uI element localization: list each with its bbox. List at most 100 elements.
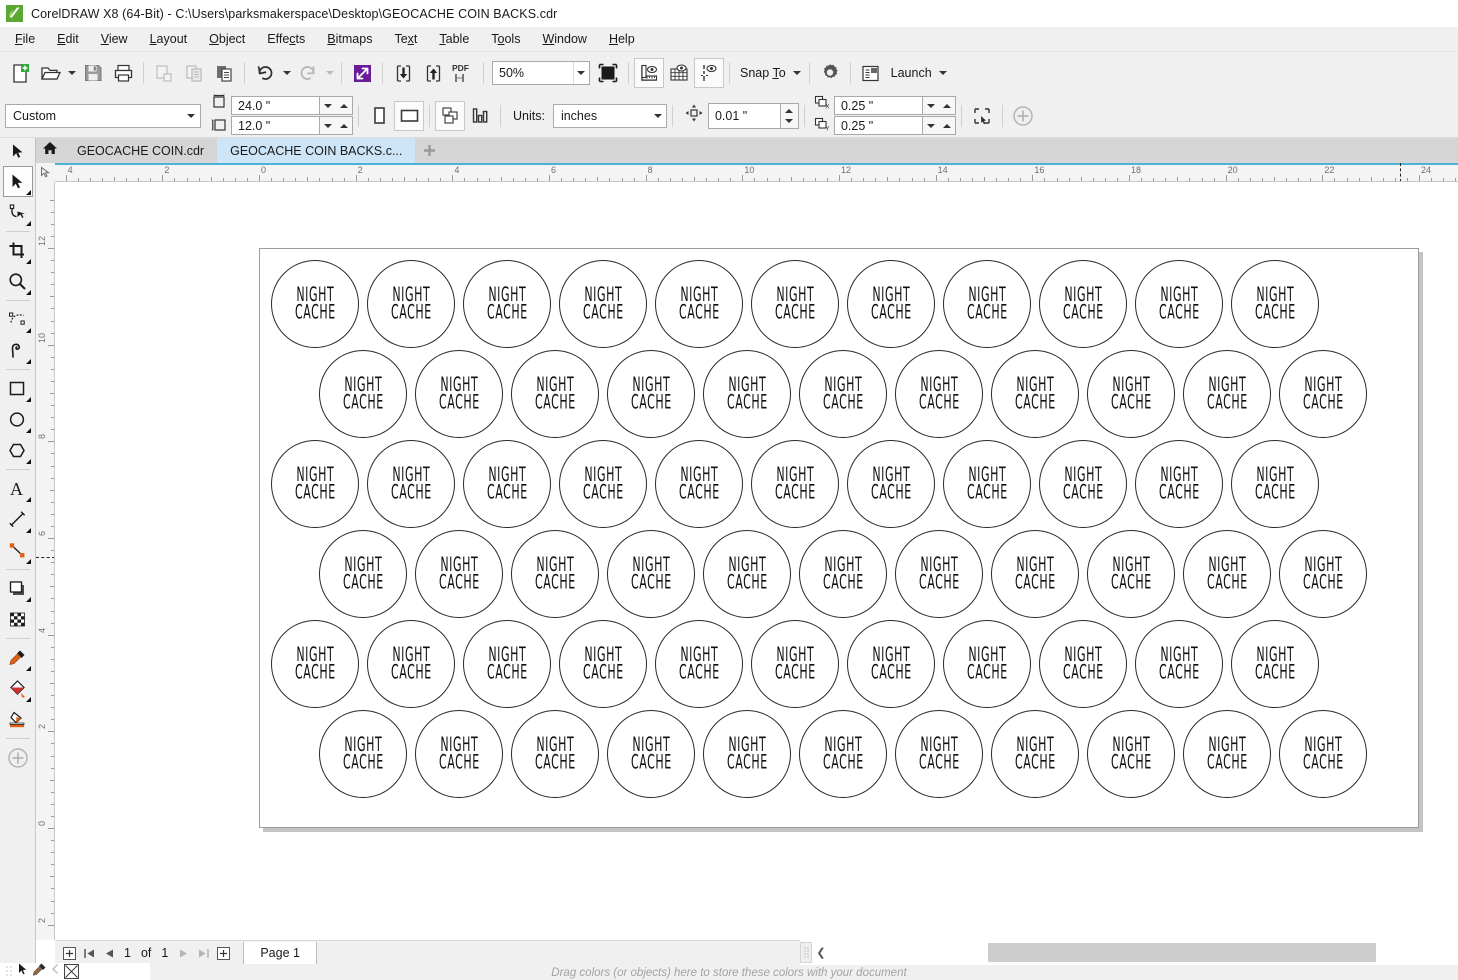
coin-circle[interactable]: NIGHT CACHE [799, 350, 887, 438]
coin-circle[interactable]: NIGHT CACHE [463, 440, 551, 528]
full-screen-preview-button[interactable] [593, 58, 623, 88]
coin-circle[interactable]: NIGHT CACHE [1279, 530, 1367, 618]
menu-effects[interactable]: Effects [256, 29, 316, 49]
freehand-tool[interactable] [3, 304, 33, 335]
coin-circle[interactable]: NIGHT CACHE [415, 530, 503, 618]
coin-circle[interactable]: NIGHT CACHE [1135, 260, 1223, 348]
coin-circle[interactable]: NIGHT CACHE [1183, 530, 1271, 618]
page-preset-input[interactable] [6, 104, 182, 127]
undo-button[interactable] [250, 58, 280, 88]
text-tool[interactable]: A [3, 473, 33, 504]
flyout-arrow-icon[interactable] [25, 221, 31, 226]
show-guidelines-toggle[interactable] [694, 58, 724, 88]
coin-circle[interactable]: NIGHT CACHE [367, 620, 455, 708]
coin-circle[interactable]: NIGHT CACHE [991, 350, 1079, 438]
coin-circle[interactable]: NIGHT CACHE [751, 260, 839, 348]
launch-label[interactable]: Launch [886, 66, 937, 80]
coin-circle[interactable]: NIGHT CACHE [655, 440, 743, 528]
units-combo[interactable] [552, 103, 667, 128]
horizontal-scrollbar-track[interactable] [830, 942, 1458, 963]
flyout-arrow-icon[interactable] [25, 597, 31, 602]
flyout-arrow-icon[interactable] [25, 428, 31, 433]
coin-circle[interactable]: NIGHT CACHE [1231, 440, 1319, 528]
copy-button[interactable] [179, 58, 209, 88]
menu-tools[interactable]: Tools [480, 29, 531, 49]
document-page[interactable]: NIGHT CACHE NIGHT CACHE NIGHT CACHE NIGHT CACHE… [259, 248, 1419, 828]
flyout-arrow-icon[interactable] [25, 259, 31, 264]
chevron-left-icon[interactable]: ❮ [812, 942, 830, 963]
coin-circle[interactable]: NIGHT CACHE [559, 620, 647, 708]
add-tool-button[interactable] [3, 742, 33, 773]
page-bleed-button[interactable] [967, 101, 997, 131]
zoom-level-input[interactable] [493, 62, 573, 84]
coin-circle[interactable]: NIGHT CACHE [511, 710, 599, 798]
add-page-end-button[interactable] [213, 943, 233, 963]
coin-circle[interactable]: NIGHT CACHE [1087, 530, 1175, 618]
publish-pdf-button[interactable]: PDF [448, 58, 478, 88]
orientation-portrait-button[interactable] [364, 101, 394, 131]
page-height-input[interactable] [231, 116, 319, 135]
coin-circle[interactable]: NIGHT CACHE [1039, 260, 1127, 348]
next-page-button[interactable] [173, 943, 193, 963]
flyout-arrow-icon[interactable] [25, 459, 31, 464]
page-width-input[interactable] [231, 96, 319, 115]
palette-grip[interactable] [5, 965, 14, 978]
coin-circle[interactable]: NIGHT CACHE [991, 710, 1079, 798]
coin-circle[interactable]: NIGHT CACHE [607, 350, 695, 438]
coin-circle[interactable]: NIGHT CACHE [271, 440, 359, 528]
coin-circle[interactable]: NIGHT CACHE [1087, 710, 1175, 798]
coin-circle[interactable]: NIGHT CACHE [271, 620, 359, 708]
chevron-down-icon[interactable] [182, 105, 200, 127]
flyout-arrow-icon[interactable] [25, 359, 31, 364]
coin-circle[interactable]: NIGHT CACHE [607, 530, 695, 618]
coin-circle[interactable]: NIGHT CACHE [895, 710, 983, 798]
page-preset-combo[interactable] [5, 103, 201, 128]
polygon-tool[interactable] [3, 435, 33, 466]
all-pages-button[interactable] [435, 100, 465, 131]
flyout-arrow-icon[interactable] [25, 528, 31, 533]
interactive-fill-tool[interactable] [3, 673, 33, 704]
straight-line-connector-tool[interactable] [3, 535, 33, 566]
pick-tool[interactable] [2, 166, 33, 197]
menu-file[interactable]: File [4, 29, 46, 49]
launch-app-icon[interactable] [856, 58, 886, 88]
save-button[interactable] [78, 58, 108, 88]
coin-circle[interactable]: NIGHT CACHE [271, 260, 359, 348]
show-grid-toggle[interactable] [664, 58, 694, 88]
coin-circle[interactable]: NIGHT CACHE [847, 620, 935, 708]
duplicate-x-input[interactable] [833, 96, 922, 115]
coin-circle[interactable]: NIGHT CACHE [799, 710, 887, 798]
coin-circle[interactable]: NIGHT CACHE [415, 350, 503, 438]
drop-shadow-tool[interactable] [3, 573, 33, 604]
menu-window[interactable]: Window [531, 29, 597, 49]
coin-circle[interactable]: NIGHT CACHE [559, 260, 647, 348]
coin-circle[interactable]: NIGHT CACHE [319, 530, 407, 618]
coin-circle[interactable]: NIGHT CACHE [607, 710, 695, 798]
menu-text[interactable]: Text [383, 29, 428, 49]
coin-circle[interactable]: NIGHT CACHE [367, 260, 455, 348]
flyout-arrow-icon[interactable] [25, 559, 31, 564]
flyout-arrow-icon[interactable] [25, 328, 31, 333]
palette-eyedropper-icon[interactable] [32, 962, 47, 980]
flyout-arrow-icon[interactable] [25, 190, 31, 195]
coin-circle[interactable]: NIGHT CACHE [319, 710, 407, 798]
coin-circle[interactable]: NIGHT CACHE [847, 440, 935, 528]
coin-circle[interactable]: NIGHT CACHE [751, 620, 839, 708]
flyout-arrow-icon[interactable] [25, 290, 31, 295]
snap-to-caret[interactable] [791, 58, 804, 88]
flyout-arrow-icon[interactable] [25, 697, 31, 702]
open-dropdown-caret[interactable] [65, 58, 78, 88]
coin-circle[interactable]: NIGHT CACHE [1231, 620, 1319, 708]
snap-to-label[interactable]: Snap To [735, 66, 791, 80]
coin-circle[interactable]: NIGHT CACHE [943, 620, 1031, 708]
current-page-button[interactable] [465, 101, 495, 131]
smart-drawing-tool[interactable] [3, 335, 33, 366]
flyout-arrow-icon[interactable] [25, 397, 31, 402]
ruler-corner[interactable] [36, 163, 55, 182]
cut-button[interactable] [149, 58, 179, 88]
page-height-spinner[interactable] [319, 116, 353, 135]
coin-circle[interactable]: NIGHT CACHE [703, 530, 791, 618]
coin-circle[interactable]: NIGHT CACHE [1087, 350, 1175, 438]
coin-circle[interactable]: NIGHT CACHE [1183, 710, 1271, 798]
chevron-down-icon[interactable] [649, 105, 666, 127]
